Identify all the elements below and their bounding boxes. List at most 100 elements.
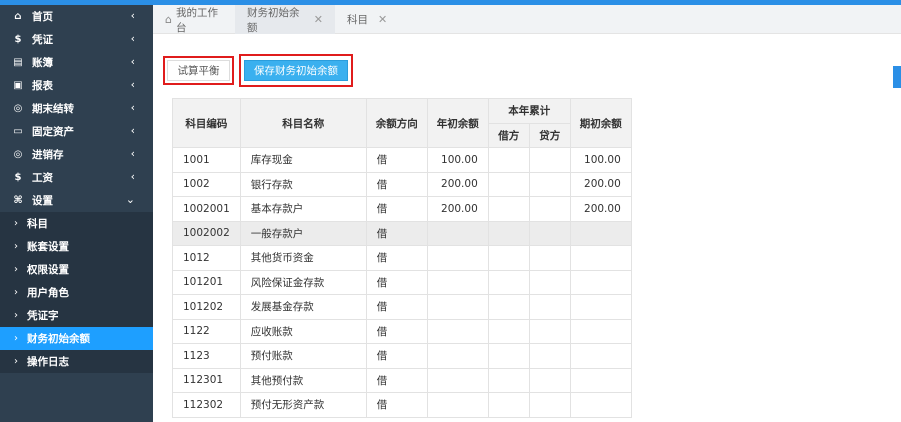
cell-code: 112301 [172, 367, 241, 393]
sidebar-item-fixed-assets[interactable]: ▭ 固定资产 ‹ [0, 120, 153, 143]
cell-name: 一般存款户 [239, 220, 367, 246]
sidebar-item-label: 账簿 [32, 57, 53, 69]
cell-period [569, 269, 632, 295]
cell-credit[interactable] [528, 196, 571, 222]
table-row[interactable]: 112302 预付无形资产款借 [172, 392, 632, 418]
table-row[interactable]: 1123 预付账款借 [172, 343, 632, 369]
sidebar-item-voucher[interactable]: $ 凭证 ‹ [0, 28, 153, 51]
cell-credit[interactable] [528, 343, 571, 369]
cell-debit[interactable] [487, 392, 530, 418]
cell-credit[interactable] [528, 318, 571, 344]
trial-balance-button[interactable]: 试算平衡 [167, 60, 230, 81]
cell-code: 1002001 [172, 196, 241, 222]
dollar-icon: $ [14, 34, 22, 45]
sidebar-subitem-user-roles[interactable]: › 用户角色 [0, 281, 153, 304]
cell-code: 112302 [172, 392, 241, 418]
sidebar-item-home[interactable]: ⌂ 首页 ‹ [0, 5, 153, 28]
cell-opening[interactable]: 100.00 [426, 147, 489, 173]
table-row[interactable]: 1012 其他货币资金借 [172, 245, 632, 271]
main-content: 试算平衡 保存财务初始余额 科目编码 科目名称 余额方向 年初余额 本年累计 期… [153, 34, 901, 422]
cell-code: 1001 [172, 147, 241, 173]
cell-opening[interactable] [426, 294, 489, 320]
chevron-left-icon: ‹ [130, 124, 135, 137]
cell-opening[interactable]: 200.00 [426, 171, 489, 197]
cell-period: 200.00 [569, 171, 632, 197]
sidebar-item-report[interactable]: ▣ 报表 ‹ [0, 74, 153, 97]
cell-credit[interactable] [528, 367, 571, 393]
cell-debit[interactable] [487, 343, 530, 369]
cell-code: 1002002 [172, 220, 241, 246]
cell-debit[interactable] [487, 367, 530, 393]
sidebar-item-inventory[interactable]: ◎ 进销存 ‹ [0, 143, 153, 166]
table-row[interactable]: 1002001 基本存款户借 200.00 200.00 [172, 196, 632, 222]
chevron-left-icon: ‹ [130, 170, 135, 183]
sidebar-subitem-label: 操作日志 [27, 356, 69, 368]
monitor-icon: ▭ [13, 126, 23, 137]
cell-credit[interactable] [528, 220, 571, 246]
tab-bar: ⌂ 我的工作台 财务初始余额 ✕ 科目 ✕ [153, 5, 901, 34]
close-icon[interactable]: ✕ [378, 13, 387, 26]
table-row[interactable]: 1122 应收账款借 [172, 318, 632, 344]
table-row[interactable]: 112301 其他预付款借 [172, 367, 632, 393]
tab-label: 财务初始余额 [247, 6, 300, 34]
table-row[interactable]: 1002002 一般存款户借 [172, 220, 632, 246]
cell-direction: 借 [365, 318, 428, 344]
table-row[interactable]: 1001 库存现金借 100.00 100.00 [172, 147, 632, 173]
cell-credit[interactable] [528, 269, 571, 295]
cell-debit[interactable] [487, 269, 530, 295]
cell-opening[interactable] [426, 245, 489, 271]
cell-opening[interactable] [426, 392, 489, 418]
book-icon: ▤ [13, 57, 23, 68]
sidebar-item-settings[interactable]: ⌘ 设置 ⌄ [0, 189, 153, 212]
cycle-icon: ◎ [13, 103, 23, 114]
sidebar-item-period-end[interactable]: ◎ 期末结转 ‹ [0, 97, 153, 120]
chevron-left-icon: ‹ [130, 32, 135, 45]
tab-label: 我的工作台 [175, 6, 218, 34]
cell-opening[interactable] [426, 269, 489, 295]
sidebar-subitem-account-set[interactable]: › 账套设置 [0, 235, 153, 258]
tab-accounts[interactable]: 科目 ✕ [335, 5, 399, 34]
sidebar-subitem-operation-log[interactable]: › 操作日志 [0, 350, 153, 373]
side-panel-handle[interactable] [893, 66, 901, 88]
cell-credit[interactable] [528, 294, 571, 320]
cell-period: 100.00 [569, 147, 632, 173]
save-opening-balance-button[interactable]: 保存财务初始余额 [244, 60, 348, 81]
cell-name: 预付无形资产款 [239, 392, 367, 418]
cell-code: 101201 [172, 269, 241, 295]
table-row[interactable]: 101202 发展基金存款借 [172, 294, 632, 320]
close-icon[interactable]: ✕ [314, 13, 323, 26]
cell-debit[interactable] [487, 294, 530, 320]
table-row[interactable]: 1002 银行存款借 200.00 200.00 [172, 171, 632, 197]
cell-direction: 借 [365, 171, 428, 197]
sidebar-subitem-opening-balance[interactable]: › 财务初始余额 [0, 327, 153, 350]
cell-period [569, 220, 632, 246]
sidebar-subitem-accounts[interactable]: › 科目 [0, 212, 153, 235]
balance-table: 科目编码 科目名称 余额方向 年初余额 本年累计 期初余额 借方 贷方 1001… [172, 98, 632, 418]
tab-workbench[interactable]: ⌂ 我的工作台 [153, 5, 235, 34]
cell-credit[interactable] [528, 171, 571, 197]
chevron-right-icon: › [14, 218, 18, 229]
column-header-opening: 年初余额 [426, 98, 489, 148]
cell-opening[interactable]: 200.00 [426, 196, 489, 222]
cell-code: 1002 [172, 171, 241, 197]
cell-opening[interactable] [426, 343, 489, 369]
cell-debit[interactable] [487, 196, 530, 222]
cell-debit[interactable] [487, 220, 530, 246]
cell-debit[interactable] [487, 245, 530, 271]
cell-debit[interactable] [487, 147, 530, 173]
cell-credit[interactable] [528, 147, 571, 173]
cell-debit[interactable] [487, 318, 530, 344]
sidebar-subitem-voucher-word[interactable]: › 凭证字 [0, 304, 153, 327]
tab-opening-balance[interactable]: 财务初始余额 ✕ [235, 5, 335, 34]
sidebar-subitem-permissions[interactable]: › 权限设置 [0, 258, 153, 281]
column-header-name: 科目名称 [239, 98, 367, 148]
cell-debit[interactable] [487, 171, 530, 197]
table-row[interactable]: 101201 风险保证金存款借 [172, 269, 632, 295]
cell-credit[interactable] [528, 392, 571, 418]
cell-opening[interactable] [426, 318, 489, 344]
sidebar-item-salary[interactable]: $ 工资 ‹ [0, 166, 153, 189]
sidebar-item-ledger[interactable]: ▤ 账簿 ‹ [0, 51, 153, 74]
cell-opening[interactable] [426, 220, 489, 246]
cell-opening[interactable] [426, 367, 489, 393]
cell-credit[interactable] [528, 245, 571, 271]
